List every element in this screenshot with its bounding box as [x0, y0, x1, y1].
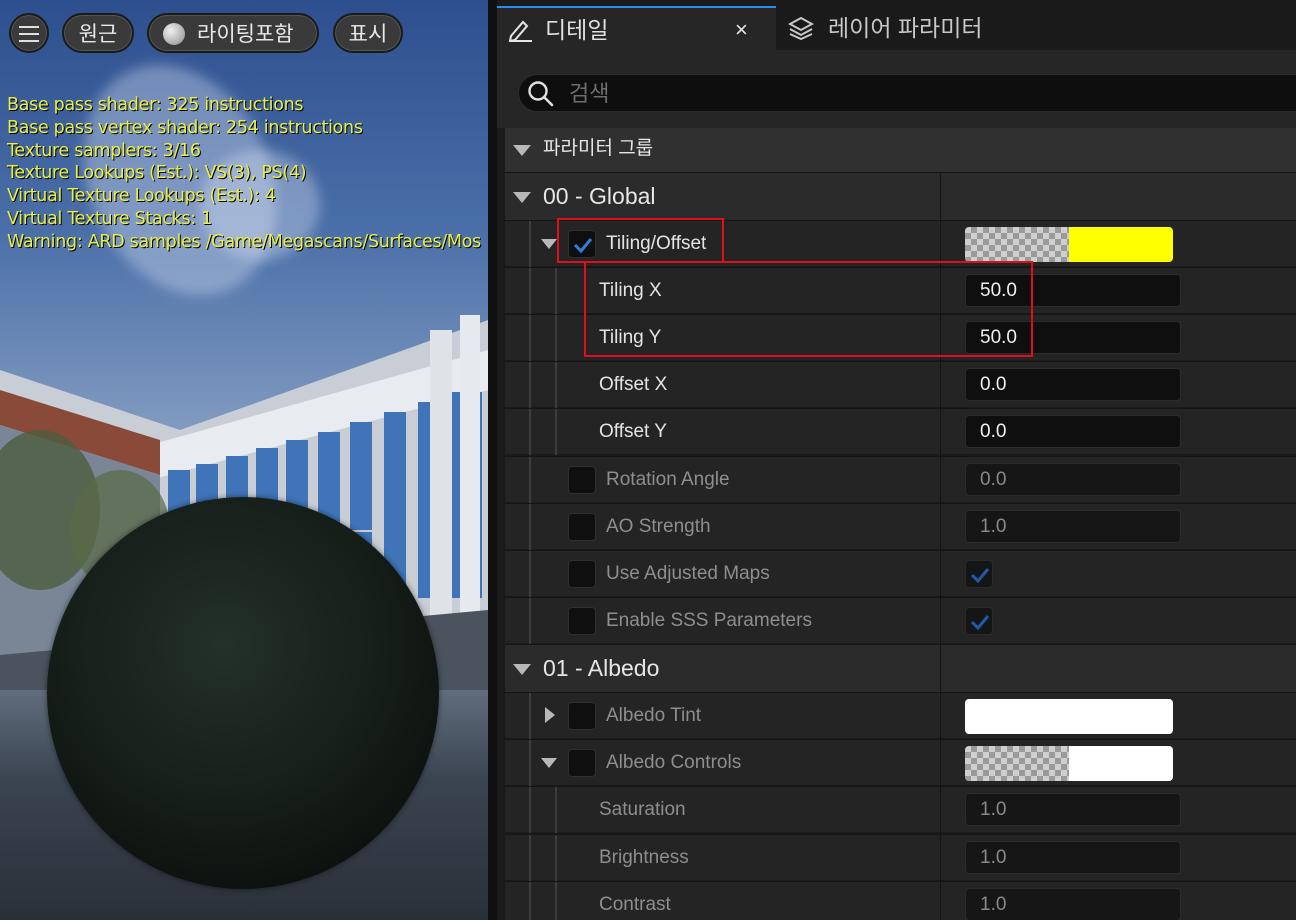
param-row-albedo-controls: Albedo Controls — [505, 739, 1296, 786]
group-albedo-header[interactable]: 01 - Albedo — [505, 644, 1296, 693]
use-adjusted-maps-label: Use Adjusted Maps — [606, 563, 770, 584]
search-input[interactable] — [567, 75, 1171, 113]
saturation-field[interactable]: 1.0 — [965, 793, 1181, 826]
parameter-group-label: 파라미터 그룹 — [543, 138, 654, 159]
show-button[interactable]: 표시 — [333, 13, 403, 53]
collapse-arrow-icon — [513, 145, 531, 156]
param-row-albedo-tint: Albedo Tint — [505, 692, 1296, 739]
rotation-angle-checkbox[interactable] — [568, 466, 596, 494]
saturation-label: Saturation — [599, 799, 686, 820]
stat-line: Virtual Texture Stacks: 1 — [7, 208, 213, 229]
checkmark-icon — [970, 615, 990, 631]
panel-splitter[interactable] — [488, 0, 497, 920]
checkmark-icon — [573, 238, 593, 254]
albedo-controls-checkbox[interactable] — [568, 749, 596, 777]
lit-sphere-icon — [163, 23, 185, 45]
tab-layer-parameters[interactable]: 레이어 파라미터 — [778, 6, 1296, 50]
tiling-y-field[interactable]: 50.0 — [965, 321, 1181, 354]
offset-y-label: Offset Y — [599, 421, 667, 442]
param-row-tiling-y: Tiling Y 50.0 — [505, 314, 1296, 361]
param-row-use-adjusted-maps: Use Adjusted Maps — [505, 550, 1296, 597]
contrast-field[interactable]: 1.0 — [965, 888, 1181, 920]
enable-sss-value-checkbox[interactable] — [965, 607, 993, 635]
use-adjusted-maps-value-checkbox[interactable] — [965, 560, 993, 588]
param-row-ao-strength: AO Strength 1.0 — [505, 503, 1296, 550]
albedo-tint-label: Albedo Tint — [606, 705, 702, 726]
tiling-x-label: Tiling X — [599, 280, 662, 301]
group-albedo-label: 01 - Albedo — [543, 655, 660, 681]
rotation-angle-field[interactable]: 0.0 — [965, 463, 1181, 496]
collapse-arrow-icon — [513, 192, 531, 203]
ao-strength-field[interactable]: 1.0 — [965, 510, 1181, 543]
param-row-saturation: Saturation 1.0 — [505, 786, 1296, 833]
tiling-x-field[interactable]: 50.0 — [965, 274, 1181, 307]
stat-line: Warning: ARD samples /Game/Megascans/Sur… — [7, 231, 481, 252]
brightness-label: Brightness — [599, 847, 689, 868]
albedo-tint-color-swatch[interactable] — [965, 699, 1173, 734]
stat-line: Texture Lookups (Est.): VS(3), PS(4) — [7, 163, 307, 184]
tiling-offset-label: Tiling/Offset — [606, 233, 707, 254]
param-row-rotation-angle: Rotation Angle 0.0 — [505, 456, 1296, 503]
viewport-menu-button[interactable] — [9, 13, 49, 53]
group-global-header[interactable]: 00 - Global — [505, 172, 1296, 221]
enable-sss-label: Enable SSS Parameters — [606, 610, 812, 631]
contrast-label: Contrast — [599, 894, 671, 915]
offset-y-field[interactable]: 0.0 — [965, 415, 1181, 448]
shader-stats: Base pass shader: 325 instructions Base … — [7, 94, 481, 254]
param-row-tiling-x: Tiling X 50.0 — [505, 267, 1296, 314]
albedo-controls-color-swatch[interactable] — [965, 746, 1173, 781]
stat-line: Texture samplers: 3/16 — [7, 140, 201, 161]
search-box[interactable] — [518, 74, 1296, 113]
param-row-tiling-offset: Tiling/Offset — [505, 220, 1296, 267]
collapse-arrow-icon — [513, 664, 531, 675]
close-icon[interactable]: × — [735, 8, 748, 52]
ao-strength-checkbox[interactable] — [568, 513, 596, 541]
param-row-enable-sss: Enable SSS Parameters — [505, 597, 1296, 644]
param-row-brightness: Brightness 1.0 — [505, 834, 1296, 881]
tab-details[interactable]: 디테일 × — [497, 6, 776, 50]
param-row-contrast: Contrast 1.0 — [505, 881, 1296, 920]
stat-line: Base pass vertex shader: 254 instruction… — [7, 117, 363, 138]
albedo-controls-label: Albedo Controls — [606, 752, 742, 773]
group-global-label: 00 - Global — [543, 183, 656, 209]
details-toolbar — [497, 50, 1296, 128]
stat-line: Base pass shader: 325 instructions — [7, 95, 304, 115]
tab-layer-parameters-label: 레이어 파라미터 — [828, 15, 983, 41]
use-adjusted-maps-checkbox[interactable] — [568, 560, 596, 588]
details-panel: 디테일 × 레이어 파라미터 파라미터 그룹 00 - Global — [497, 0, 1296, 920]
pencil-icon — [508, 20, 532, 42]
expand-arrow-icon[interactable] — [541, 758, 557, 768]
layers-icon — [788, 16, 814, 40]
expand-arrow-icon[interactable] — [545, 707, 555, 723]
expand-arrow-icon[interactable] — [541, 239, 557, 249]
parameter-group-header[interactable]: 파라미터 그룹 — [505, 128, 1296, 172]
rotation-angle-label: Rotation Angle — [606, 469, 730, 490]
preview-sphere — [47, 497, 439, 889]
lighting-mode-label: 라이팅포함 — [197, 23, 294, 46]
tiling-offset-color-swatch[interactable] — [965, 227, 1173, 262]
search-icon — [528, 81, 554, 107]
offset-x-field[interactable]: 0.0 — [965, 368, 1181, 401]
tab-details-label: 디테일 — [545, 17, 609, 43]
hamburger-icon — [19, 26, 39, 42]
tiling-offset-checkbox[interactable] — [568, 230, 596, 258]
enable-sss-checkbox[interactable] — [568, 607, 596, 635]
param-row-offset-y: Offset Y 0.0 — [505, 408, 1296, 455]
albedo-tint-checkbox[interactable] — [568, 702, 596, 730]
checkmark-icon — [970, 568, 990, 584]
lighting-mode-button[interactable]: 라이팅포함 — [147, 13, 319, 53]
offset-x-label: Offset X — [599, 374, 668, 395]
ao-strength-label: AO Strength — [606, 516, 711, 537]
param-row-offset-x: Offset X 0.0 — [505, 361, 1296, 408]
perspective-button[interactable]: 원근 — [62, 13, 134, 53]
material-preview-viewport[interactable]: 원근 라이팅포함 표시 Base pass shader: 325 instru… — [0, 0, 488, 920]
stat-line: Virtual Texture Lookups (Est.): 4 — [7, 186, 276, 207]
tiling-y-label: Tiling Y — [599, 327, 662, 348]
brightness-field[interactable]: 1.0 — [965, 841, 1181, 874]
